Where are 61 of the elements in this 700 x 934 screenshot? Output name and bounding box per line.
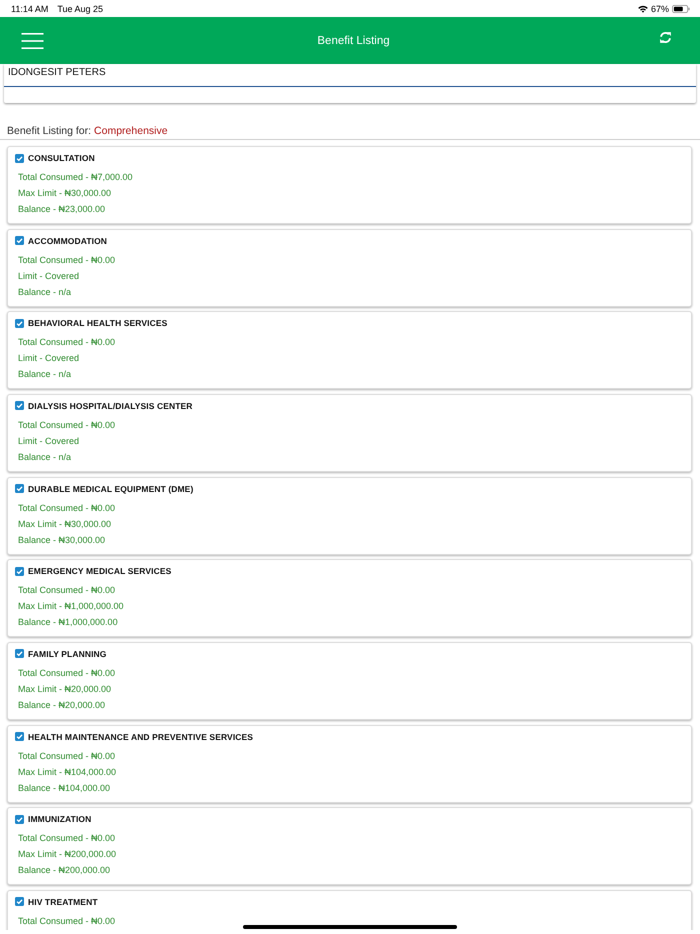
benefit-detail: Total Consumed - ₦0.00 xyxy=(18,584,116,598)
benefit-title: IMMUNIZATION xyxy=(28,814,92,824)
refresh-button[interactable] xyxy=(657,29,674,46)
benefit-detail: Total Consumed - ₦0.00 xyxy=(18,750,116,763)
benefit-title: ACCOMMODATION xyxy=(28,236,108,246)
benefit-title: HEALTH MAINTENANCE AND PREVENTIVE SERVICES xyxy=(28,732,254,742)
refresh-icon xyxy=(659,31,672,44)
benefit-title: FAMILY PLANNING xyxy=(28,648,106,659)
benefit-detail: Balance - n/a xyxy=(18,368,72,382)
benefit-checkbox[interactable] xyxy=(15,401,24,410)
benefit-title: EMERGENCY MEDICAL SERVICES xyxy=(28,566,172,576)
benefit-title: DURABLE MEDICAL EQUIPMENT (DME) xyxy=(28,484,194,494)
benefit-detail: Max Limit - ₦30,000.00 xyxy=(18,518,112,531)
benefit-checkbox[interactable] xyxy=(15,484,24,494)
benefit-checkbox[interactable] xyxy=(15,649,24,658)
benefit-checkbox[interactable] xyxy=(15,897,24,906)
plan-label: Benefit Listing for: xyxy=(7,124,92,136)
wifi-icon xyxy=(638,4,648,12)
battery-icon xyxy=(672,4,690,12)
status-date: Tue Aug 25 xyxy=(57,4,104,14)
benefit-detail: Max Limit - ₦30,000.00 xyxy=(18,187,112,200)
benefit-title: HIV TREATMENT xyxy=(28,896,98,907)
benefit-detail: Balance - ₦200,000.00 xyxy=(18,864,110,878)
benefit-detail: Max Limit - ₦1,000,000.00 xyxy=(18,600,124,614)
benefit-detail: Balance - ₦20,000.00 xyxy=(18,698,106,712)
battery-percent: 67% xyxy=(650,4,669,14)
status-time: 11:14 AM xyxy=(11,4,48,14)
benefit-checkbox[interactable] xyxy=(15,154,24,162)
benefit-title: CONSULTATION xyxy=(28,153,95,163)
member-name-field[interactable]: IDONGESIT PETERS xyxy=(4,64,696,87)
benefit-detail: Total Consumed - ₦0.00 xyxy=(18,502,116,515)
menu-button[interactable] xyxy=(19,30,46,50)
benefit-checkbox[interactable] xyxy=(15,318,24,328)
benefit-detail: Balance - ₦104,000.00 xyxy=(18,782,110,795)
benefit-detail: Max Limit - ₦104,000.00 xyxy=(18,766,116,779)
benefit-detail: Total Consumed - ₦0.00 xyxy=(18,666,116,680)
benefit-detail: Total Consumed - ₦0.00 xyxy=(18,418,116,432)
benefit-detail: Total Consumed - ₦0.00 xyxy=(18,832,116,846)
benefit-checkbox[interactable] xyxy=(15,566,24,576)
benefit-detail: Limit - Covered xyxy=(18,352,80,366)
benefit-title: BEHAVIORAL HEALTH SERVICES xyxy=(28,318,168,328)
menu-icon xyxy=(21,32,44,48)
benefit-detail: Max Limit - ₦200,000.00 xyxy=(18,848,116,862)
benefit-detail: Balance - ₦1,000,000.00 xyxy=(18,616,118,630)
benefit-detail: Total Consumed - ₦7,000.00 xyxy=(18,171,133,184)
benefit-detail: Balance - n/a xyxy=(18,286,72,299)
plan-name: Comprehensive xyxy=(94,124,168,136)
benefit-detail: Total Consumed - ₦0.00 xyxy=(18,914,116,928)
benefit-detail: Balance - n/a xyxy=(18,450,72,464)
benefit-detail: Balance - ₦30,000.00 xyxy=(18,534,106,547)
benefit-detail: Limit - Covered xyxy=(18,434,80,448)
benefit-title: DIALYSIS HOSPITAL/DIALYSIS CENTER xyxy=(28,400,193,411)
benefit-checkbox[interactable] xyxy=(15,814,24,824)
benefit-detail: Balance - ₦23,000.00 xyxy=(18,203,106,216)
benefit-checkbox[interactable] xyxy=(15,236,24,246)
benefit-detail: Max Limit - ₦20,000.00 xyxy=(18,682,112,696)
benefit-detail: Total Consumed - ₦0.00 xyxy=(18,254,116,267)
page-title: Benefit Listing xyxy=(317,34,390,46)
benefit-detail: Limit - Covered xyxy=(18,270,80,283)
benefit-checkbox[interactable] xyxy=(15,732,24,742)
benefit-detail: Total Consumed - ₦0.00 xyxy=(18,336,116,350)
